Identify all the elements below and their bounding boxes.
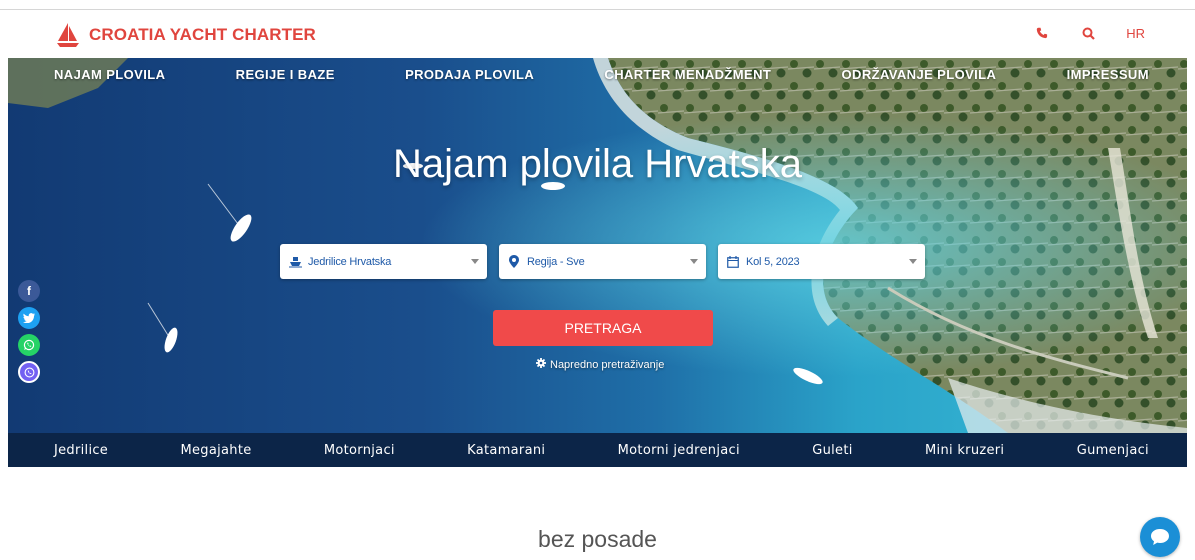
chat-bubble-icon <box>1151 529 1169 545</box>
main-nav: NAJAM PLOVILA REGIJE I BAZE PRODAJA PLOV… <box>8 67 1187 82</box>
viber-icon[interactable] <box>18 361 40 383</box>
whatsapp-icon[interactable] <box>18 334 40 356</box>
boat-type-value: Jedrilice Hrvatska <box>308 255 392 268</box>
advanced-search-label: Napredno pretraživanje <box>550 358 665 371</box>
nav-item-impressum[interactable]: IMPRESSUM <box>1067 67 1149 82</box>
category-gumenjaci[interactable]: Gumenjaci <box>1077 443 1149 458</box>
hero-banner: NAJAM PLOVILA REGIJE I BAZE PRODAJA PLOV… <box>8 58 1187 433</box>
category-megajahte[interactable]: Megajahte <box>180 443 251 458</box>
site-header: CROATIA YACHT CHARTER HR <box>0 10 1195 58</box>
map-marker-icon <box>507 255 521 269</box>
sailboat-logo-icon <box>57 23 79 47</box>
search-button[interactable]: PRETRAGA <box>493 310 713 346</box>
nav-item-odrzavanje-plovila[interactable]: ODRŽAVANJE PLOVILA <box>842 67 997 82</box>
chevron-down-icon <box>690 259 698 264</box>
nav-item-prodaja-plovila[interactable]: PRODAJA PLOVILA <box>405 67 534 82</box>
category-mini-kruzeri[interactable]: Mini kruzeri <box>925 443 1004 458</box>
nav-item-charter-menadzment[interactable]: CHARTER MENADŽMENT <box>604 67 771 82</box>
nav-item-regije-i-baze[interactable]: REGIJE I BAZE <box>236 67 335 82</box>
brand-name: CROATIA YACHT CHARTER <box>89 25 316 44</box>
chevron-down-icon <box>909 259 917 264</box>
section-heading: bez posade <box>538 526 657 552</box>
category-guleti[interactable]: Guleti <box>812 443 852 458</box>
calendar-icon <box>726 255 740 269</box>
advanced-search-link[interactable]: Napredno pretraživanje <box>536 358 664 371</box>
category-katamarani[interactable]: Katamarani <box>467 443 545 458</box>
category-bar: Jedrilice Megajahte Motornjaci Katamaran… <box>8 433 1187 467</box>
category-motorni-jedrenjaci[interactable]: Motorni jedrenjaci <box>618 443 740 458</box>
hero-title: Najam plovila Hrvatska <box>392 142 803 186</box>
gear-icon <box>536 358 546 371</box>
date-value: Kol 5, 2023 <box>746 255 800 268</box>
region-value: Regija - Sve <box>527 255 585 268</box>
social-share-bar: f <box>18 280 40 383</box>
boat-type-select[interactable]: Jedrilice Hrvatska <box>280 244 487 279</box>
twitter-icon[interactable] <box>18 307 40 329</box>
page: CROATIA YACHT CHARTER HR NAJAM PLOVILA R… <box>0 0 1195 560</box>
phone-glyph <box>1037 27 1048 39</box>
nav-item-najam-plovila[interactable]: NAJAM PLOVILA <box>54 67 165 82</box>
phone-icon[interactable] <box>1034 25 1050 41</box>
ship-icon <box>288 255 302 269</box>
date-select[interactable]: Kol 5, 2023 <box>718 244 925 279</box>
search-icon[interactable] <box>1080 25 1096 41</box>
header-actions: HR <box>1034 25 1145 41</box>
chevron-down-icon <box>471 259 479 264</box>
chat-widget-button[interactable] <box>1140 517 1180 557</box>
category-motornjaci[interactable]: Motornjaci <box>324 443 395 458</box>
brand-logo[interactable]: CROATIA YACHT CHARTER <box>55 22 316 48</box>
facebook-icon[interactable]: f <box>18 280 40 302</box>
category-jedrilice[interactable]: Jedrilice <box>54 443 108 458</box>
language-switch[interactable]: HR <box>1126 26 1145 41</box>
search-glyph <box>1082 27 1095 40</box>
region-select[interactable]: Regija - Sve <box>499 244 706 279</box>
